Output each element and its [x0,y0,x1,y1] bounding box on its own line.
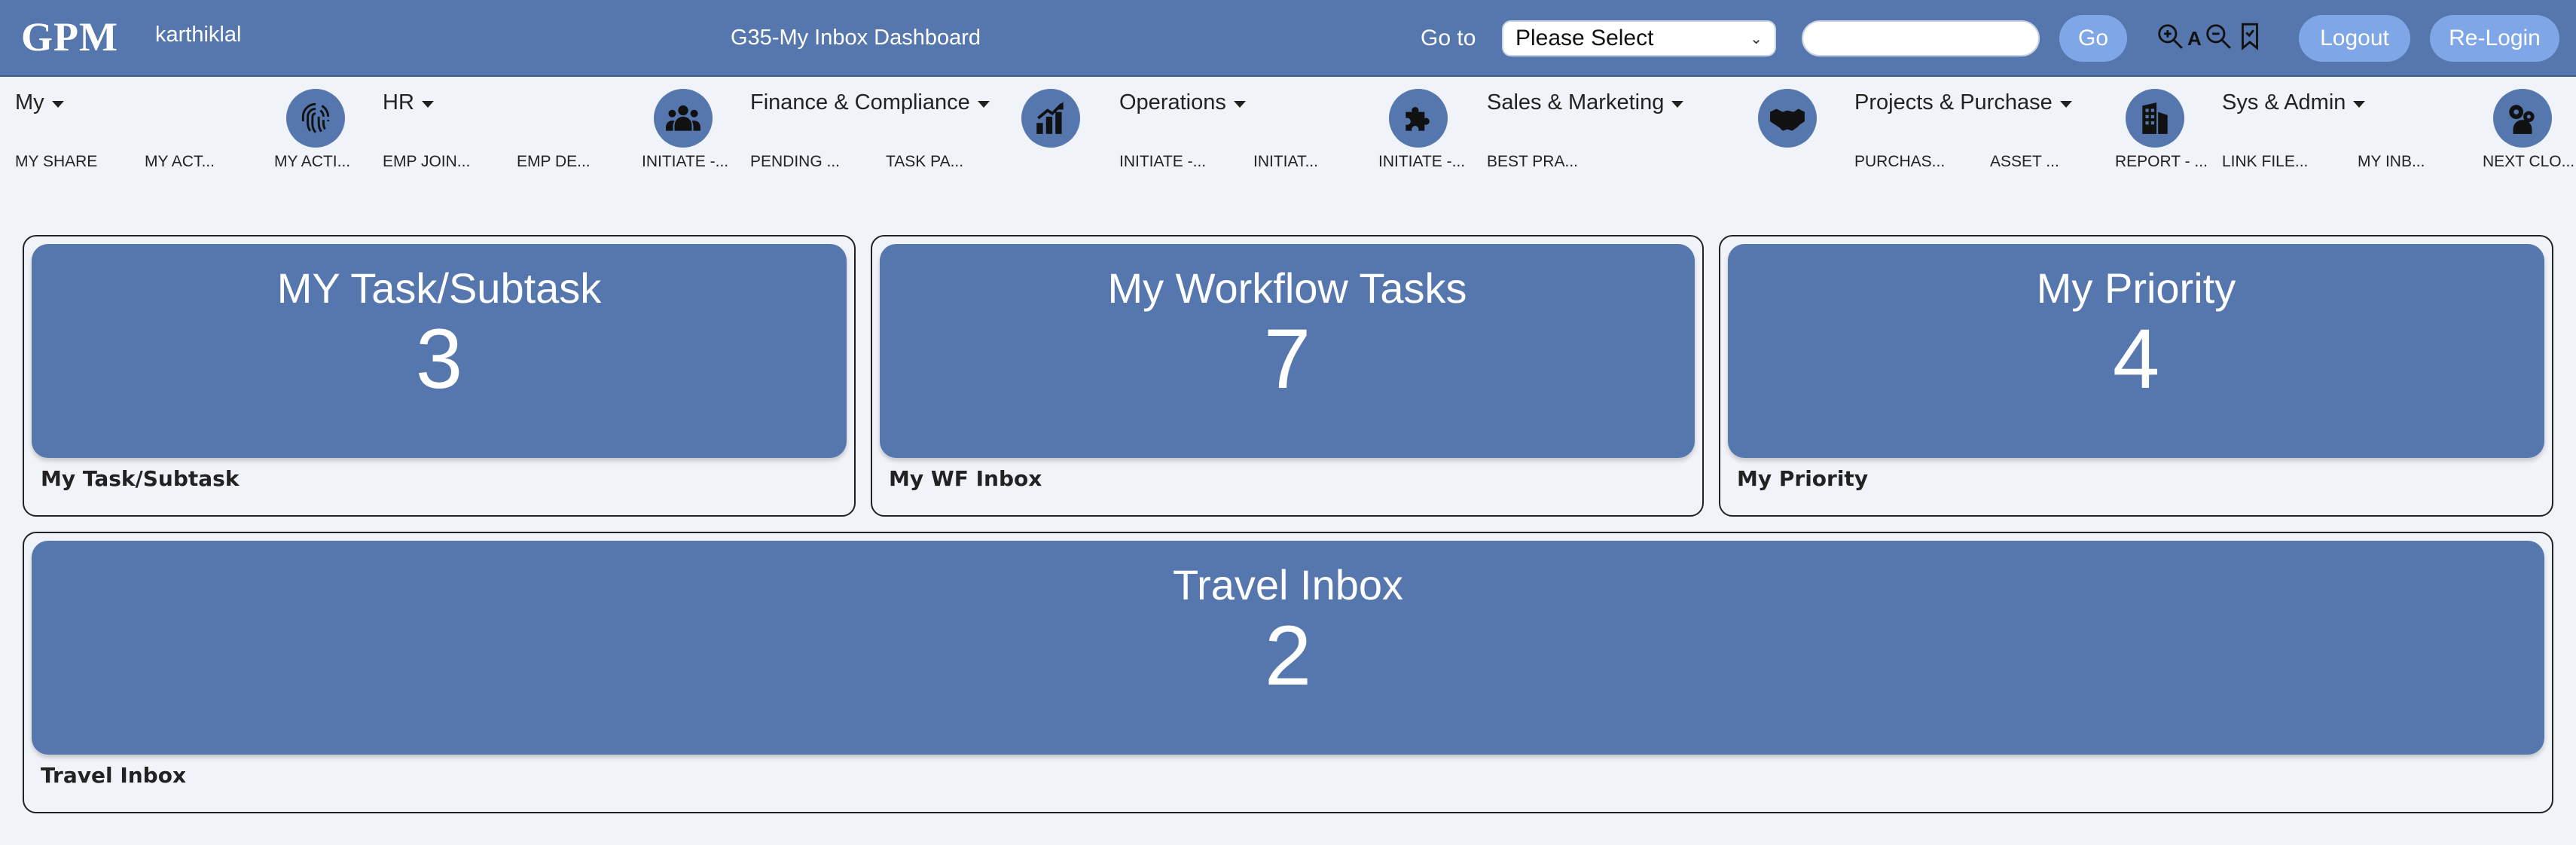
page-title: G35-My Inbox Dashboard [731,26,981,50]
sublink-emp-de[interactable]: EMP DE... [517,153,591,171]
sublink-initiate-sales[interactable]: INITIATE -... [1378,153,1465,171]
sublink-asset[interactable]: ASSET ... [1990,153,2059,171]
card-count: 7 [1263,312,1311,406]
caret-down-icon [2059,100,2072,108]
menu-projects-purchase[interactable]: Projects & Purchase [1854,90,2072,115]
logout-button[interactable]: Logout [2299,15,2410,62]
sublink-task-pa[interactable]: TASK PA... [886,153,963,171]
sublink-my-inb[interactable]: MY INB... [2358,153,2425,171]
menu-label: Operations [1119,90,1226,114]
caret-down-icon [421,100,434,108]
menu-finance-compliance[interactable]: Finance & Compliance [750,90,990,115]
sublink-next-clo[interactable]: NEXT CLO... [2483,153,2574,171]
handshake-icon[interactable] [1758,89,1817,148]
sublink-initiat-ops-2[interactable]: INITIAT... [1253,153,1318,171]
card-footer-link[interactable]: My Task/Subtask [41,466,239,491]
menu-my[interactable]: My [15,90,64,115]
zoom-out-icon[interactable] [2204,21,2233,51]
menu-label: HR [383,90,414,114]
card-my-priority: My Priority 4 My Priority [1719,235,2553,517]
sublink-report[interactable]: REPORT - ... [2115,153,2208,171]
card-count: 3 [415,312,463,406]
sublink-initiate-ops-1[interactable]: INITIATE -... [1119,153,1206,171]
main-nav: My HR Finance & Compliance Operations Sa… [0,78,2576,184]
building-icon[interactable] [2126,89,2184,148]
sublink-emp-join[interactable]: EMP JOIN... [383,153,470,171]
card-travel-inbox: Travel Inbox 2 Travel Inbox [23,532,2553,813]
relogin-button[interactable]: Re-Login [2430,15,2559,62]
sublink-link-file[interactable]: LINK FILE... [2222,153,2308,171]
goto-label: Go to [1421,26,1476,50]
card-title: Travel Inbox [1172,561,1404,609]
caret-down-icon [977,100,990,108]
card-count: 2 [1264,609,1312,703]
gears-user-icon[interactable] [2493,89,2552,148]
font-size-icon[interactable]: A [2187,27,2202,50]
menu-label: Sys & Admin [2222,90,2346,114]
sublink-initiate-hr[interactable]: INITIATE -... [642,153,728,171]
card-my-task-subtask: MY Task/Subtask 3 My Task/Subtask [23,235,856,517]
top-header: GPM karthiklal G35-My Inbox Dashboard Go… [0,0,2576,77]
card-tile[interactable]: Travel Inbox 2 [32,541,2544,755]
goto-select[interactable]: Please Select ⌄ [1502,20,1776,56]
search-input[interactable] [1802,20,2040,56]
bar-chart-growth-icon[interactable] [1021,89,1080,148]
caret-down-icon [2353,100,2366,108]
menu-sys-admin[interactable]: Sys & Admin [2222,90,2366,115]
caret-down-icon [1671,100,1684,108]
puzzle-icon[interactable] [1389,89,1448,148]
card-title: My Workflow Tasks [1107,264,1467,312]
card-tile[interactable]: MY Task/Subtask 3 [32,244,847,458]
caret-down-icon [1233,100,1246,108]
menu-sales-marketing[interactable]: Sales & Marketing [1487,90,1684,115]
sublink-my-share[interactable]: MY SHARE [15,153,97,171]
card-title: My Priority [2036,264,2236,312]
bookmark-check-icon[interactable] [2236,21,2264,51]
card-count: 4 [2112,312,2160,406]
menu-label: Sales & Marketing [1487,90,1665,114]
menu-hr[interactable]: HR [383,90,434,115]
zoom-in-icon[interactable] [2156,21,2184,51]
card-tile[interactable]: My Priority 4 [1728,244,2544,458]
sublink-best-pra[interactable]: BEST PRA... [1487,153,1578,171]
sublink-my-acti[interactable]: MY ACTI... [274,153,350,171]
caret-down-icon [51,100,64,108]
card-footer-link[interactable]: My Priority [1737,466,1868,491]
card-my-workflow-tasks: My Workflow Tasks 7 My WF Inbox [871,235,1704,517]
menu-label: My [15,90,44,114]
card-footer-link[interactable]: Travel Inbox [41,763,186,788]
goto-select-value: Please Select [1515,26,1654,50]
users-group-icon[interactable] [654,89,713,148]
sublink-my-act[interactable]: MY ACT... [145,153,215,171]
card-footer-link[interactable]: My WF Inbox [889,466,1042,491]
menu-label: Finance & Compliance [750,90,970,114]
menu-label: Projects & Purchase [1854,90,2053,114]
menu-operations[interactable]: Operations [1119,90,1246,115]
username-label: karthiklal [155,23,242,47]
fingerprint-icon[interactable] [286,89,345,148]
go-button[interactable]: Go [2059,15,2127,62]
sublink-purchas[interactable]: PURCHAS... [1854,153,1945,171]
chevron-down-icon: ⌄ [1750,30,1763,47]
card-title: MY Task/Subtask [276,264,602,312]
card-tile[interactable]: My Workflow Tasks 7 [880,244,1695,458]
sublink-pending[interactable]: PENDING ... [750,153,840,171]
app-logo[interactable]: GPM [21,14,118,60]
